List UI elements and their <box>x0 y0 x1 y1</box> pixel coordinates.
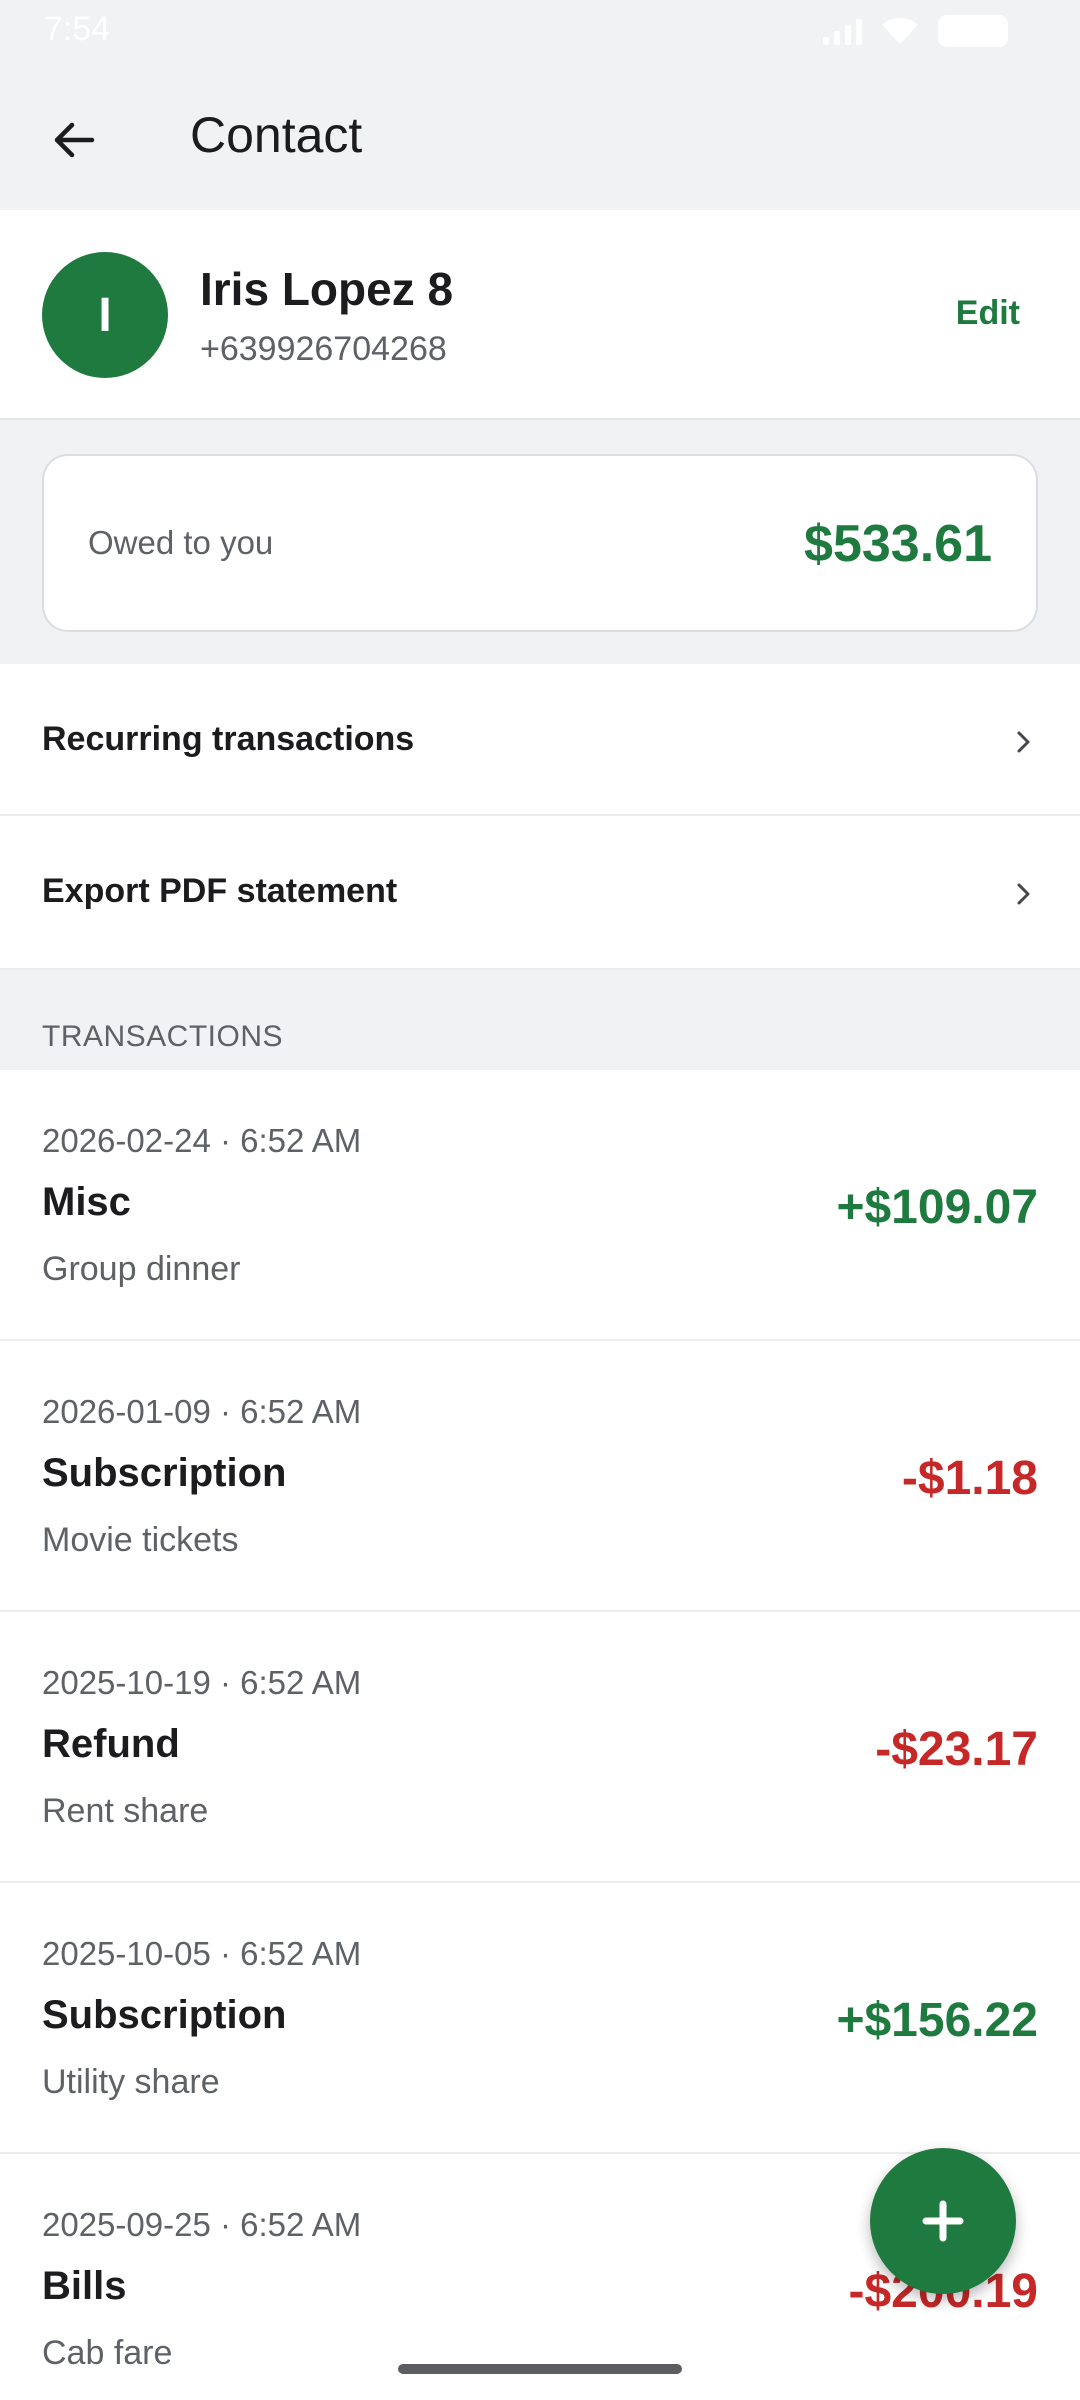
transaction-row[interactable]: 2026-01-09 · 6:52 AM Subscription Movie … <box>0 1341 1080 1612</box>
back-button[interactable] <box>36 102 112 178</box>
balance-label: Owed to you <box>88 524 274 561</box>
section-title: TRANSACTIONS <box>42 1020 284 1053</box>
status-bar: 7:54 <box>0 0 1080 60</box>
transaction-category: Bills <box>42 2264 127 2308</box>
balance-amount: $533.61 <box>804 515 992 573</box>
contact-card: I Iris Lopez 8 +639926704268 Edit <box>0 210 1080 420</box>
transaction-date: 2026-01-09 · 6:52 AM <box>42 1393 362 1430</box>
transaction-date: 2025-09-25 · 6:52 AM <box>42 2206 362 2243</box>
transaction-row[interactable]: 2026-02-24 · 6:52 AM Misc Group dinner +… <box>0 1070 1080 1341</box>
avatar: I <box>42 252 168 378</box>
plus-icon <box>922 2200 964 2242</box>
contact-name: Iris Lopez 8 <box>200 263 454 315</box>
add-transaction-button[interactable] <box>870 2148 1016 2294</box>
signal-icon <box>823 17 862 45</box>
transaction-category: Misc <box>42 1180 131 1224</box>
battery-icon <box>938 15 1008 47</box>
transaction-amount: -$1.18 <box>901 1452 1038 1505</box>
balance-card: Owed to you $533.61 <box>42 454 1038 632</box>
status-time: 7:54 <box>44 10 111 48</box>
chevron-right-icon <box>1008 874 1040 914</box>
transaction-category: Refund <box>42 1722 180 1766</box>
recurring-transactions-label: Recurring transactions <box>42 720 415 758</box>
edit-button[interactable]: Edit <box>956 294 1020 333</box>
home-indicator[interactable] <box>398 2364 682 2374</box>
transaction-amount: -$23.17 <box>875 1723 1038 1776</box>
transaction-date: 2026-02-24 · 6:52 AM <box>42 1122 362 1159</box>
status-icons <box>823 14 1008 48</box>
wifi-icon <box>882 17 918 44</box>
transaction-note: Rent share <box>42 1792 209 1830</box>
transaction-category: Subscription <box>42 1993 287 2037</box>
contact-phone: +639926704268 <box>200 330 447 368</box>
arrow-left-icon <box>54 122 95 158</box>
transaction-category: Subscription <box>42 1451 287 1495</box>
app-bar: Contact <box>0 60 1080 210</box>
export-pdf-label: Export PDF statement <box>42 872 398 910</box>
chevron-right-icon <box>1008 722 1040 762</box>
transaction-row[interactable]: 2025-10-05 · 6:52 AM Subscription Utilit… <box>0 1883 1080 2154</box>
recurring-transactions-row[interactable]: Recurring transactions <box>0 664 1080 816</box>
transactions-section-header: TRANSACTIONS <box>0 970 1080 1070</box>
page-title: Contact <box>190 107 363 163</box>
transaction-note: Group dinner <box>42 1250 241 1288</box>
balance-section: Owed to you $533.61 <box>0 420 1080 664</box>
export-pdf-row[interactable]: Export PDF statement <box>0 816 1080 970</box>
transaction-amount: +$156.22 <box>836 1994 1038 2047</box>
transaction-note: Cab fare <box>42 2334 173 2372</box>
transaction-note: Movie tickets <box>42 1521 239 1559</box>
transaction-amount: +$109.07 <box>836 1181 1038 1234</box>
transaction-date: 2025-10-19 · 6:52 AM <box>42 1664 362 1701</box>
transaction-row[interactable]: 2025-10-19 · 6:52 AM Refund Rent share -… <box>0 1612 1080 1883</box>
transaction-date: 2025-10-05 · 6:52 AM <box>42 1935 362 1972</box>
transaction-note: Utility share <box>42 2063 220 2101</box>
